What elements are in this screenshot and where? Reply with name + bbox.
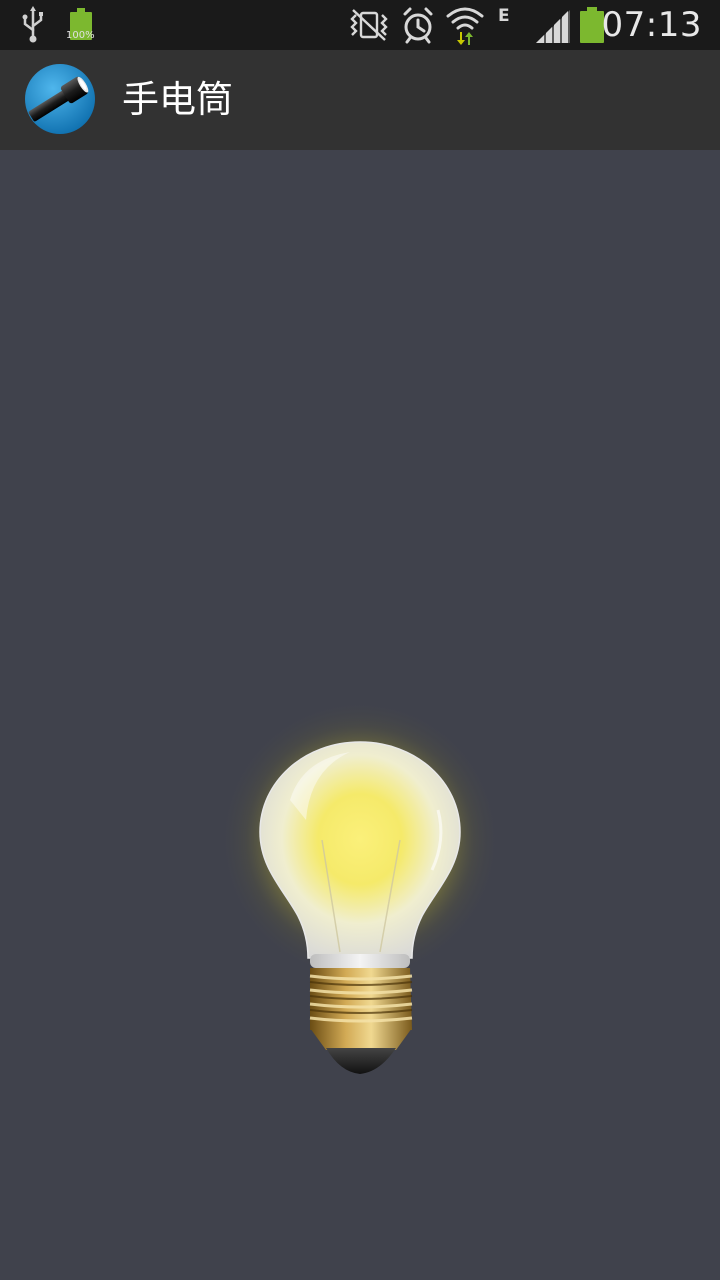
signal-icon bbox=[536, 10, 570, 43]
app-title: 手电筒 bbox=[122, 78, 233, 121]
network-e-icon: E bbox=[498, 6, 510, 26]
wifi-icon bbox=[446, 7, 484, 45]
battery-full-icon bbox=[70, 8, 92, 40]
usb-icon bbox=[22, 6, 43, 43]
alarm-icon bbox=[403, 7, 433, 44]
flashlight-icon[interactable] bbox=[24, 63, 96, 135]
battery-percent-label: 100% bbox=[66, 30, 95, 41]
action-bar: 手电筒 bbox=[0, 50, 720, 150]
status-clock: 07:13 bbox=[601, 5, 702, 45]
main-content bbox=[0, 150, 720, 1280]
light-bulb-icon[interactable] bbox=[210, 690, 510, 1110]
status-bar: 100% E 07:13 bbox=[0, 0, 720, 50]
vibrate-icon bbox=[350, 9, 388, 41]
